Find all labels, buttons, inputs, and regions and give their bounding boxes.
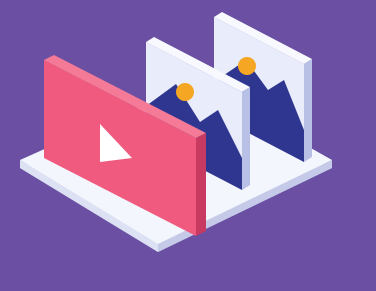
illustration-canvas: [20, 12, 332, 252]
media-illustration: [0, 0, 376, 291]
